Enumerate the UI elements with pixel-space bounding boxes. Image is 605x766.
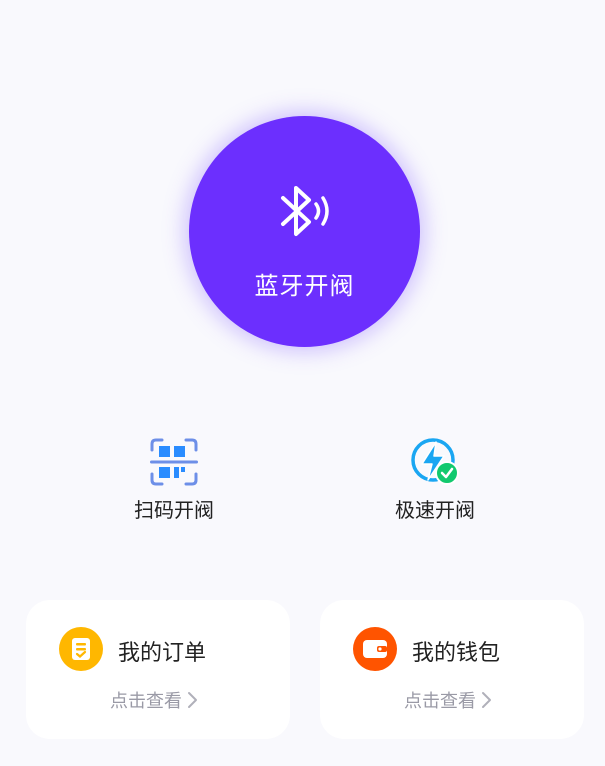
fast-open-label: 极速开阀 [395,498,475,522]
fast-open-button[interactable]: 极速开阀 [365,436,505,523]
my-orders-title: 我的订单 [118,641,207,666]
order-list-icon [59,627,103,671]
my-orders-view-link[interactable]: 点击查看 [110,687,198,713]
my-wallet-card[interactable]: 我的钱包 点击查看 [320,600,584,739]
view-link-label: 点击查看 [404,691,476,712]
lightning-check-icon [411,438,459,485]
chevron-right-icon [482,692,491,708]
page: 蓝牙开阀 扫码开阀 极速开阀 我的订单 点击查看 我的钱包 点击查看 [0,0,605,766]
scan-open-button[interactable]: 扫码开阀 [104,436,244,523]
chevron-right-icon [188,692,197,708]
wallet-icon [353,627,397,671]
view-link-label: 点击查看 [110,691,182,712]
scan-open-label: 扫码开阀 [134,498,214,522]
my-wallet-view-link[interactable]: 点击查看 [404,687,492,713]
my-orders-card[interactable]: 我的订单 点击查看 [26,600,290,739]
bluetooth-open-label: 蓝牙开阀 [254,272,355,300]
my-wallet-title: 我的钱包 [412,641,501,666]
bluetooth-open-button[interactable]: 蓝牙开阀 [189,116,420,347]
qr-scan-icon [150,438,198,486]
bluetooth-icon [280,186,329,236]
